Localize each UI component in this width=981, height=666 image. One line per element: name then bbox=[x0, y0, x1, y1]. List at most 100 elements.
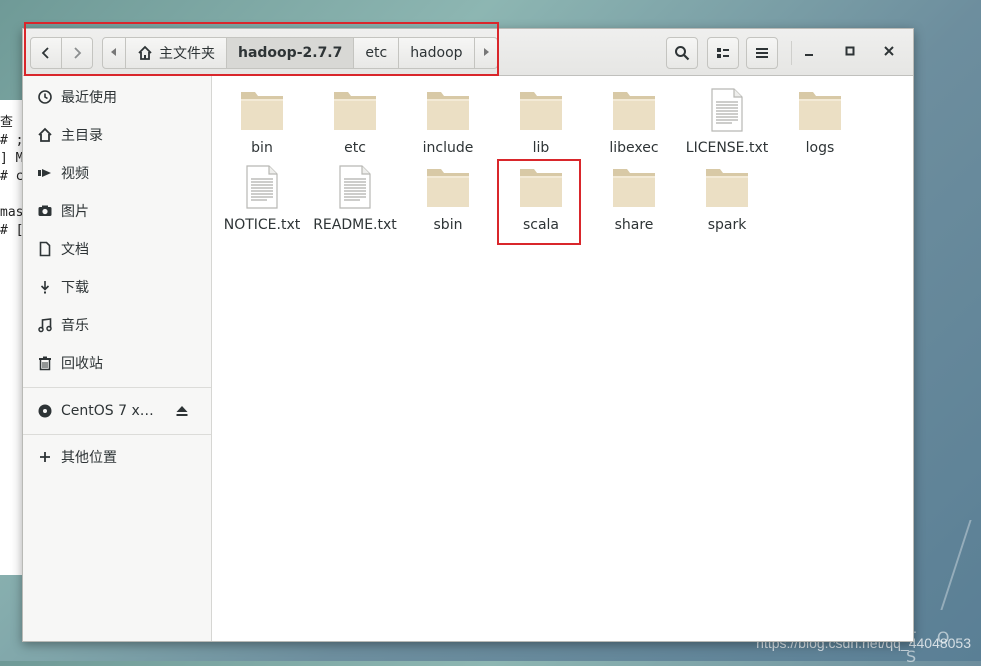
folder-icon bbox=[498, 84, 584, 132]
home-icon bbox=[137, 45, 153, 61]
text-file-icon bbox=[219, 161, 305, 209]
file-name-label: sbin bbox=[433, 217, 463, 233]
sidebar-item-recent[interactable]: 最近使用 bbox=[23, 78, 211, 116]
header-bar: 主文件夹 hadoop-2.7.7 etc hadoop bbox=[23, 22, 913, 76]
sidebar-divider bbox=[23, 387, 211, 388]
sidebar-item-other-locations[interactable]: 其他位置 bbox=[23, 438, 211, 476]
music-icon bbox=[37, 317, 53, 333]
file-name-label: LICENSE.txt bbox=[685, 140, 769, 156]
places-sidebar: 最近使用 主目录 视频 图片 文档 下载 音乐 回收站 CentOS 7 x… … bbox=[23, 76, 212, 641]
sidebar-item-label: 其他位置 bbox=[61, 450, 117, 466]
plus-icon bbox=[37, 449, 53, 465]
chevron-left-icon bbox=[40, 46, 52, 60]
breadcrumb-hadoop[interactable]: hadoop bbox=[398, 37, 475, 69]
folder-icon bbox=[405, 161, 491, 209]
folder-icon bbox=[219, 84, 305, 132]
folder-icon bbox=[312, 84, 398, 132]
folder-item[interactable]: libexec bbox=[591, 84, 677, 158]
folder-item[interactable]: sbin bbox=[405, 161, 491, 235]
file-view: bin etc include lib libexec LICENSE.txt logs NO… bbox=[212, 76, 913, 641]
folder-item[interactable]: spark bbox=[684, 161, 770, 235]
document-icon bbox=[37, 241, 53, 257]
menu-button[interactable] bbox=[746, 37, 778, 69]
sidebar-item-label: 图片 bbox=[61, 204, 89, 220]
folder-icon bbox=[591, 84, 677, 132]
folder-icon bbox=[591, 161, 677, 209]
terminal-line: ] Ma bbox=[0, 151, 24, 166]
sidebar-item-videos[interactable]: 视频 bbox=[23, 154, 211, 192]
breadcrumb-label: etc bbox=[365, 45, 388, 61]
sidebar-item-downloads[interactable]: 下载 bbox=[23, 268, 211, 306]
folder-icon bbox=[684, 161, 770, 209]
back-button[interactable] bbox=[30, 37, 62, 69]
sidebar-item-label: 主目录 bbox=[61, 128, 103, 144]
terminal-line: # [ bbox=[0, 223, 24, 238]
text-file-icon bbox=[312, 161, 398, 209]
folder-item[interactable]: lib bbox=[498, 84, 584, 158]
minimize-icon bbox=[803, 45, 815, 61]
home-icon bbox=[37, 127, 53, 143]
terminal-line: 查 bbox=[0, 115, 14, 130]
header-separator bbox=[791, 41, 792, 65]
file-name-label: NOTICE.txt bbox=[223, 217, 301, 233]
file-name-label: libexec bbox=[609, 140, 659, 156]
file-item[interactable]: README.txt bbox=[312, 161, 398, 235]
background-terminal-text: 查 # ; ] Ma # c mast # [ bbox=[0, 114, 24, 240]
sidebar-divider bbox=[23, 434, 211, 435]
sidebar-item-pictures[interactable]: 图片 bbox=[23, 192, 211, 230]
sidebar-item-documents[interactable]: 文档 bbox=[23, 230, 211, 268]
close-button[interactable] bbox=[873, 37, 905, 69]
folder-item[interactable]: logs bbox=[777, 84, 863, 158]
breadcrumb-home[interactable]: 主文件夹 bbox=[125, 37, 227, 69]
path-scroll-right-button[interactable] bbox=[473, 37, 498, 69]
chevron-right-icon bbox=[71, 46, 83, 60]
folder-icon bbox=[498, 161, 584, 209]
folder-item[interactable]: scala bbox=[498, 161, 584, 235]
hamburger-menu-icon bbox=[755, 46, 769, 60]
maximize-icon bbox=[844, 45, 856, 61]
search-button[interactable] bbox=[666, 37, 698, 69]
sidebar-item-label: 下载 bbox=[61, 280, 89, 296]
sidebar-item-music[interactable]: 音乐 bbox=[23, 306, 211, 344]
sidebar-item-label: 文档 bbox=[61, 242, 89, 258]
file-name-label: include bbox=[422, 140, 474, 156]
file-name-label: bin bbox=[251, 140, 273, 156]
text-file-icon bbox=[684, 84, 770, 132]
forward-button[interactable] bbox=[61, 37, 93, 69]
breadcrumb-hadoop-2-7-7[interactable]: hadoop-2.7.7 bbox=[226, 37, 355, 69]
sidebar-item-label: 最近使用 bbox=[61, 90, 117, 106]
folder-item[interactable]: include bbox=[405, 84, 491, 158]
folder-item[interactable]: share bbox=[591, 161, 677, 235]
breadcrumb-label: 主文件夹 bbox=[159, 46, 215, 62]
breadcrumb-etc[interactable]: etc bbox=[353, 37, 400, 69]
file-name-label: lib bbox=[532, 140, 550, 156]
minimize-button[interactable] bbox=[793, 37, 825, 69]
file-item[interactable]: NOTICE.txt bbox=[219, 161, 305, 235]
sidebar-item-label: 视频 bbox=[61, 166, 89, 182]
folder-icon bbox=[777, 84, 863, 132]
download-icon bbox=[37, 279, 53, 295]
maximize-button[interactable] bbox=[834, 37, 866, 69]
breadcrumb-label: hadoop bbox=[410, 45, 463, 61]
file-manager-window: 主文件夹 hadoop-2.7.7 etc hadoop 最近使用 主目录 视频… bbox=[22, 22, 914, 642]
view-options-button[interactable] bbox=[707, 37, 739, 69]
file-name-label: scala bbox=[522, 217, 560, 233]
eject-icon[interactable] bbox=[175, 392, 189, 430]
file-item[interactable]: LICENSE.txt bbox=[684, 84, 770, 158]
terminal-line: # c bbox=[0, 169, 24, 184]
disc-icon bbox=[37, 403, 53, 419]
triangle-left-icon bbox=[110, 45, 118, 61]
folder-item[interactable]: etc bbox=[312, 84, 398, 158]
sidebar-item-home[interactable]: 主目录 bbox=[23, 116, 211, 154]
folder-item[interactable]: bin bbox=[219, 84, 305, 158]
camera-icon bbox=[37, 203, 53, 219]
sidebar-item-trash[interactable]: 回收站 bbox=[23, 344, 211, 382]
list-view-icon bbox=[715, 45, 731, 61]
path-scroll-left-button[interactable] bbox=[102, 37, 126, 69]
sidebar-item-device[interactable]: CentOS 7 x… bbox=[23, 392, 211, 430]
clock-icon bbox=[37, 89, 53, 105]
file-name-label: logs bbox=[805, 140, 835, 156]
triangle-right-icon bbox=[482, 45, 490, 61]
breadcrumb-label: hadoop-2.7.7 bbox=[238, 45, 343, 61]
